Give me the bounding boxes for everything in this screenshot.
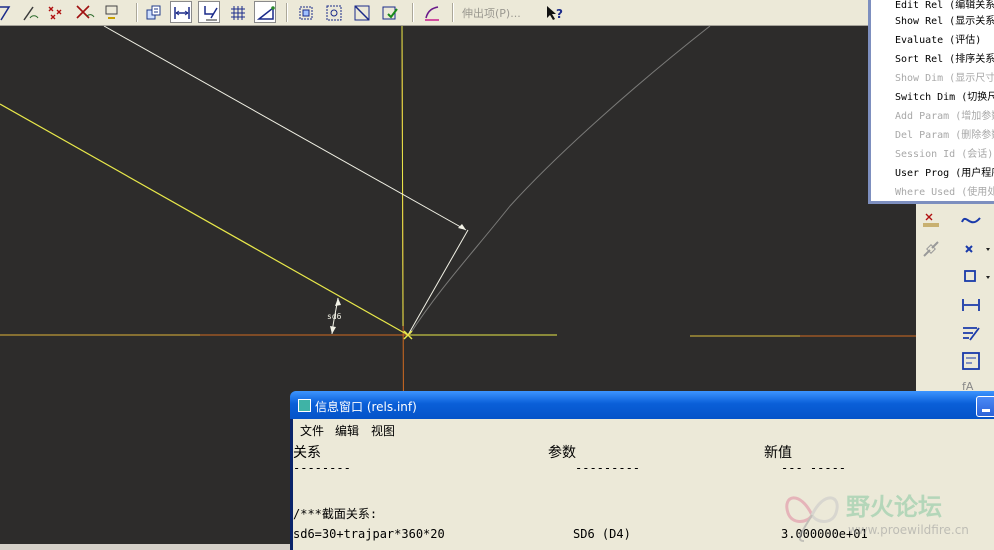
watermark-url: www.proewildfire.cn [848,523,969,537]
modify-button[interactable] [960,322,982,344]
vertex-display-icon [257,6,275,20]
spline-button[interactable] [960,210,982,232]
angle-dimension-label: sd6 [327,312,342,321]
dimension-tool-icon [962,299,980,311]
point-display-icon [48,6,62,20]
save-icon [382,6,398,20]
menu-edit[interactable]: 编辑 [335,422,359,439]
angled-line [0,103,409,336]
spline-icon [961,217,981,224]
constraint-tool-icon [962,352,980,370]
analysis-icon [425,6,439,21]
section-comment: /***截面关系: [293,507,378,521]
relations-menu: Edit Rel (编辑关系) Show Rel (显示关系) Evaluate… [868,0,994,204]
chain-button[interactable] [920,238,942,260]
use-edge-button[interactable] [960,266,990,288]
constraint-display-button[interactable] [198,1,220,23]
menu-item-sort-rel[interactable]: Sort Rel (排序关系) [895,50,994,65]
datum-plane-display-icon [0,6,11,21]
header-new-value: 新值 [764,445,792,461]
menu-file[interactable]: 文件 [300,422,324,439]
context-help-icon: ? [547,6,563,21]
relations-button[interactable] [142,1,164,23]
menu-item-session-id: Session Id (会话) [895,149,994,160]
save-button[interactable] [378,1,400,23]
datum-plane-display-button[interactable] [0,1,16,23]
repaint-icon [354,5,370,21]
info-menubar: 文件 编辑 视图 [293,419,994,441]
menu-item-add-param: Add Param (增加参数) [895,111,994,122]
sketch-point-button[interactable] [920,210,942,232]
sketch-orient-icon [299,6,313,20]
relation-expression: sd6=30+trajpar*360*20 [293,527,445,541]
menu-item-show-dim: Show Dim (显示尺寸) [895,73,994,84]
point-tool-button[interactable] [960,238,990,260]
vertex-display-button[interactable] [254,1,276,23]
spin-center-icon [105,5,118,19]
header-param: 参数 [548,445,576,461]
datum-axis-display-button[interactable] [18,1,40,23]
relation-param: SD6 (D4) [573,527,631,541]
spin-center-button[interactable] [100,1,122,23]
datum-axis-display-icon [23,6,39,21]
trajectory-segment [407,229,469,336]
repaint-button[interactable] [350,1,372,23]
dimension-tool-button[interactable] [960,294,982,316]
menu-view[interactable]: 视图 [371,422,395,439]
dimension-display-button[interactable] [170,1,192,23]
use-edge-icon [964,270,990,282]
info-window-titlebar[interactable]: 信息窗口 (rels.inf) [290,391,994,419]
zoom-fit-icon [326,5,342,21]
dashes-new-value: --- ----- [781,461,847,475]
constraint-tool-button[interactable] [960,350,982,372]
sketch-orient-button[interactable] [294,1,316,23]
watermark-text: 野火论坛 [846,493,942,521]
menu-item-del-param: Del Param (删除参数) [895,130,994,141]
sketch-point-icon [923,213,939,227]
main-toolbar: 伸出项(P)... ? [0,0,870,26]
dimension-leader [103,26,467,231]
menu-item-user-prog[interactable]: User Prog (用户程序) [895,164,994,179]
info-window-title: 信息窗口 (rels.inf) [315,400,417,414]
menu-item-edit-rel[interactable]: Edit Rel (编辑关系) [895,0,994,11]
dashes-relation: -------- [293,461,351,475]
relations-icon [146,5,161,20]
csys-display-button[interactable] [72,1,95,23]
csys-display-icon [76,5,95,19]
dashes-param: --------- [575,461,641,475]
window-icon [298,399,311,412]
trajectory-curve [409,26,711,335]
point-display-button[interactable] [44,1,66,23]
context-help-button[interactable]: ? [542,1,564,23]
svg-text:?: ? [556,7,563,21]
menu-item-switch-dim[interactable]: Switch Dim (切换尺寸) [895,88,994,103]
menu-item-where-used: Where Used (使用处) [895,187,994,198]
zoom-fit-button[interactable] [322,1,344,23]
menu-item-show-rel[interactable]: Show Rel (显示关系) [895,12,994,27]
menu-item-evaluate[interactable]: Evaluate (评估) [895,31,981,46]
minimize-button[interactable] [976,396,994,417]
butterfly-logo-icon [785,496,839,542]
point-tool-icon [965,245,990,253]
analysis-button[interactable] [420,1,442,23]
grid-display-button[interactable] [226,1,248,23]
sketcher-toolbar: fA [916,204,994,394]
chain-icon [923,241,939,257]
extend-menu-label[interactable]: 伸出项(P)... [462,5,521,21]
grid-display-icon [231,6,245,20]
header-relation: 关系 [293,445,321,461]
modify-icon [963,327,980,341]
constraint-display-icon [204,6,218,21]
dimension-display-icon [174,7,190,19]
forum-watermark: 野火论坛 www.proewildfire.cn [780,485,990,545]
